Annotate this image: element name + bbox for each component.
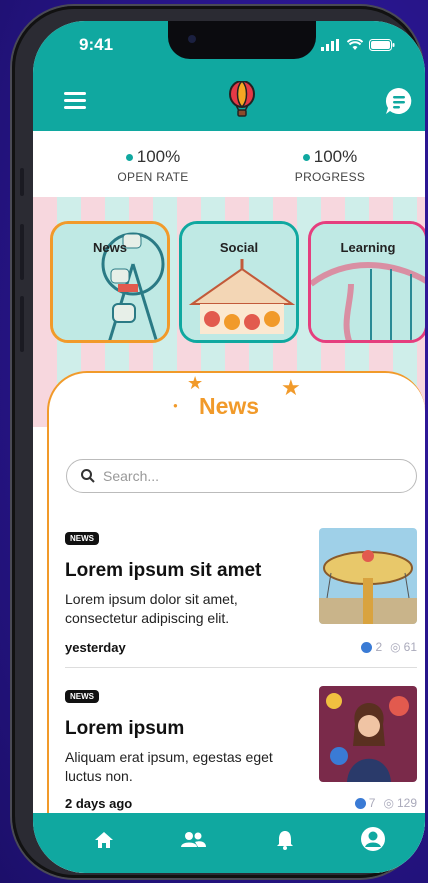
search-bar[interactable] [66,459,417,493]
like-icon [361,641,373,653]
volume-up-button [20,224,24,280]
profile-icon[interactable] [360,826,386,852]
home-icon[interactable] [93,829,115,851]
view-count: 129 [396,796,417,810]
article-stats: 7 ◎ 129 [354,796,417,810]
volume-down-button [20,296,24,352]
status-time: 9:41 [79,35,114,54]
chat-icon[interactable] [384,86,414,116]
stat-open-rate: 100% OPEN RATE [78,147,228,184]
news-badge: NEWS [65,532,99,545]
search-icon [81,469,95,483]
news-badge: NEWS [65,690,99,703]
article-summary: Aliquam erat ipsum, egestas eget luctus … [65,749,273,784]
stat-value: 100% [313,147,358,166]
star-icon: ★ [187,373,204,393]
bell-icon[interactable] [275,829,295,851]
category-card-learning[interactable]: Learning [308,221,425,343]
article-stats: 2 ◎ 61 [361,640,417,654]
stat-label: PROGRESS [294,170,366,184]
group-icon[interactable] [179,829,207,851]
category-card-social[interactable]: Social [179,221,299,343]
phone-frame: 9:41 100% OPEN RATE 100% PROGRESS News S… [12,6,425,878]
article-card[interactable]: NEWS Lorem ipsum sit amet Lorem ipsum do… [65,528,417,658]
category-label: Social [219,240,259,255]
notch [168,21,316,59]
category-label: News [93,240,127,255]
battery-icon [369,39,395,51]
wifi-icon [347,39,363,50]
view-count: 61 [403,640,417,654]
category-card-news[interactable]: News [50,221,170,343]
like-count: 2 [375,640,383,654]
article-summary: Lorem ipsum dolor sit amet, consectetur … [65,591,238,626]
app-screen: 9:41 100% OPEN RATE 100% PROGRESS News S… [33,21,425,873]
signal-icon [321,39,339,51]
stat-value: 100% [136,147,181,166]
section-title: News [198,393,260,419]
category-label: Learning [340,240,396,255]
article-card[interactable]: NEWS Lorem ipsum Aliquam erat ipsum, ege… [65,686,417,811]
stat-label: OPEN RATE [117,170,189,184]
swing-ride-image [319,528,417,624]
like-count: 7 [368,796,376,810]
like-icon [354,797,366,809]
menu-icon[interactable] [64,92,86,109]
hot-air-balloon-logo [229,81,255,117]
status-icons [321,39,395,51]
eye-icon: ◎ [383,796,394,810]
article-date: 2 days ago [65,796,133,811]
woman-at-fair-image [319,686,417,782]
stat-progress: 100% PROGRESS [255,147,405,184]
bottom-nav [33,813,425,873]
eye-icon: ◎ [390,640,401,654]
search-input[interactable] [103,468,383,484]
mute-switch [20,168,24,196]
stats-row: 100% OPEN RATE 100% PROGRESS [33,131,425,197]
divider [65,667,417,668]
article-date: yesterday [65,640,126,655]
